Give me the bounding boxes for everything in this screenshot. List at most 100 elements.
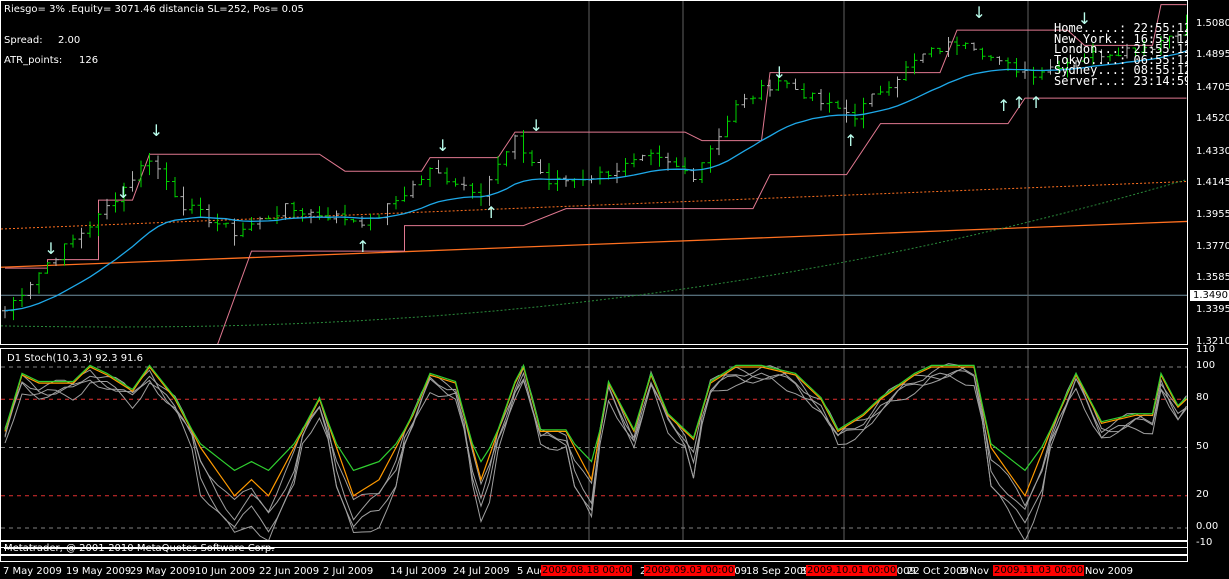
clock-time: 23:14:59 (1133, 73, 1188, 88)
stochastic-canvas (1, 349, 1187, 540)
price-bar (146, 153, 153, 176)
price-bar (988, 55, 994, 61)
sell-arrow-icon: ↓ (972, 2, 986, 22)
price-bar (954, 36, 960, 55)
price-bar (877, 85, 884, 95)
time-tick: 10 Jun 2009 (195, 566, 256, 577)
sell-arrow-icon: ↓ (529, 115, 543, 135)
atr-value: 126 (79, 55, 99, 66)
buy-arrow-icon: ↑ (1029, 93, 1043, 113)
price-bar (801, 83, 807, 99)
price-bar (274, 206, 280, 225)
atr-label: ATR_points: (4, 55, 63, 66)
price-bar (299, 208, 306, 222)
spread-label: Spread: (4, 35, 43, 46)
stoch-tick: 80 (1196, 392, 1209, 404)
time-tick: 2 Jul 2009 (323, 566, 374, 577)
stoch-tick: 110 (1196, 343, 1216, 355)
price-bar (580, 169, 586, 187)
time-tick: 29 May 2009 (130, 566, 196, 577)
price-bar (699, 162, 705, 184)
period-marker-label: 2009.09.03 00:00 (644, 565, 736, 576)
price-bar (656, 145, 663, 167)
buy-arrow-icon: ↑ (997, 95, 1011, 115)
price-bar (546, 163, 552, 191)
time-tick: 7 May 2009 (3, 566, 62, 577)
price-bar (860, 97, 867, 129)
price-bar (180, 186, 187, 216)
price-bar (1013, 58, 1020, 78)
price-bar (996, 56, 1003, 65)
price-tick: 1.3955 (1196, 209, 1229, 221)
price-bar (444, 167, 450, 185)
price-bar (741, 93, 748, 108)
current-price-label: 1.3490 (1190, 290, 1229, 301)
price-bar (70, 234, 76, 248)
price-bar (826, 92, 833, 113)
price-bar (214, 213, 221, 232)
price-bar (554, 170, 561, 191)
price-bar (95, 213, 102, 237)
clock-row: Server...: 23:14:59 (1054, 73, 1188, 88)
price-tick: 1.3770 (1196, 240, 1229, 252)
time-tick: 24 Jul 2009 (453, 566, 510, 577)
price-bar (410, 180, 416, 199)
price-bar (350, 218, 357, 223)
price-bar (10, 297, 17, 321)
sell-arrow-icon: ↓ (116, 182, 130, 202)
price-chart[interactable]: Riesgo= 3% .Equity= 3071.46 distancia SL… (0, 0, 1188, 345)
buy-arrow-icon: ↑ (844, 130, 858, 150)
stoch-tick: -10 (1196, 537, 1213, 549)
price-bar (384, 203, 391, 226)
price-bar (163, 162, 170, 190)
time-tick: 22 Jun 2009 (259, 566, 320, 577)
period-marker-label: 2009.10.01 00:00 (806, 565, 898, 576)
price-bar (401, 186, 408, 202)
price-tick: 1.4705 (1196, 81, 1229, 93)
stoch-grey-line (4, 369, 1187, 533)
time-tick: 14 Jul 2009 (390, 566, 447, 577)
clock-label: Server...: (1054, 73, 1127, 88)
copyright-strip: Metatrader, @ 2001-2010 MetaQuotes Softw… (0, 543, 1188, 555)
stoch-grey-line (4, 363, 1187, 513)
price-tick: 1.4520 (1196, 113, 1229, 125)
stoch-tick: 50 (1196, 440, 1209, 452)
price-bar (367, 213, 374, 231)
price-tick: 1.4330 (1196, 145, 1229, 157)
price-bar (36, 272, 42, 294)
price-bar (920, 53, 926, 63)
price-bar (979, 47, 986, 60)
moving-average-line (4, 50, 1187, 312)
price-bar (104, 198, 110, 220)
price-bar (529, 150, 535, 167)
price-bar (597, 166, 603, 185)
copyright-text: Metatrader, @ 2001-2010 MetaQuotes Softw… (4, 543, 275, 554)
price-bar (665, 152, 671, 171)
sell-arrow-icon: ↓ (149, 121, 163, 141)
price-tick: 1.4145 (1196, 176, 1229, 188)
price-bar (325, 207, 331, 221)
price-bar (486, 175, 493, 206)
price-bar (19, 288, 25, 307)
price-bar (758, 79, 765, 101)
price-tick: 1.4895 (1196, 49, 1229, 61)
price-bar (648, 149, 654, 166)
price-bar (478, 183, 484, 206)
price-bar (962, 42, 969, 49)
stoch-tick: 20 (1196, 488, 1209, 500)
price-bar (911, 53, 918, 75)
stoch-tick: 0.00 (1196, 521, 1219, 532)
price-bar (78, 227, 85, 249)
price-bar (631, 153, 637, 168)
price-bar (393, 195, 399, 210)
stochastic-panel[interactable]: D1 Stoch(10,3,3) 92.3 91.6 (0, 348, 1188, 541)
price-bar (622, 158, 629, 177)
price-bar (27, 281, 34, 300)
price-tick: 1.3585 (1196, 272, 1229, 284)
price-bar (818, 89, 824, 111)
spread-value: 2.00 (58, 35, 81, 46)
price-bar (903, 61, 909, 81)
price-bar (835, 100, 841, 109)
price-bar (733, 99, 739, 123)
price-bar (223, 222, 229, 228)
